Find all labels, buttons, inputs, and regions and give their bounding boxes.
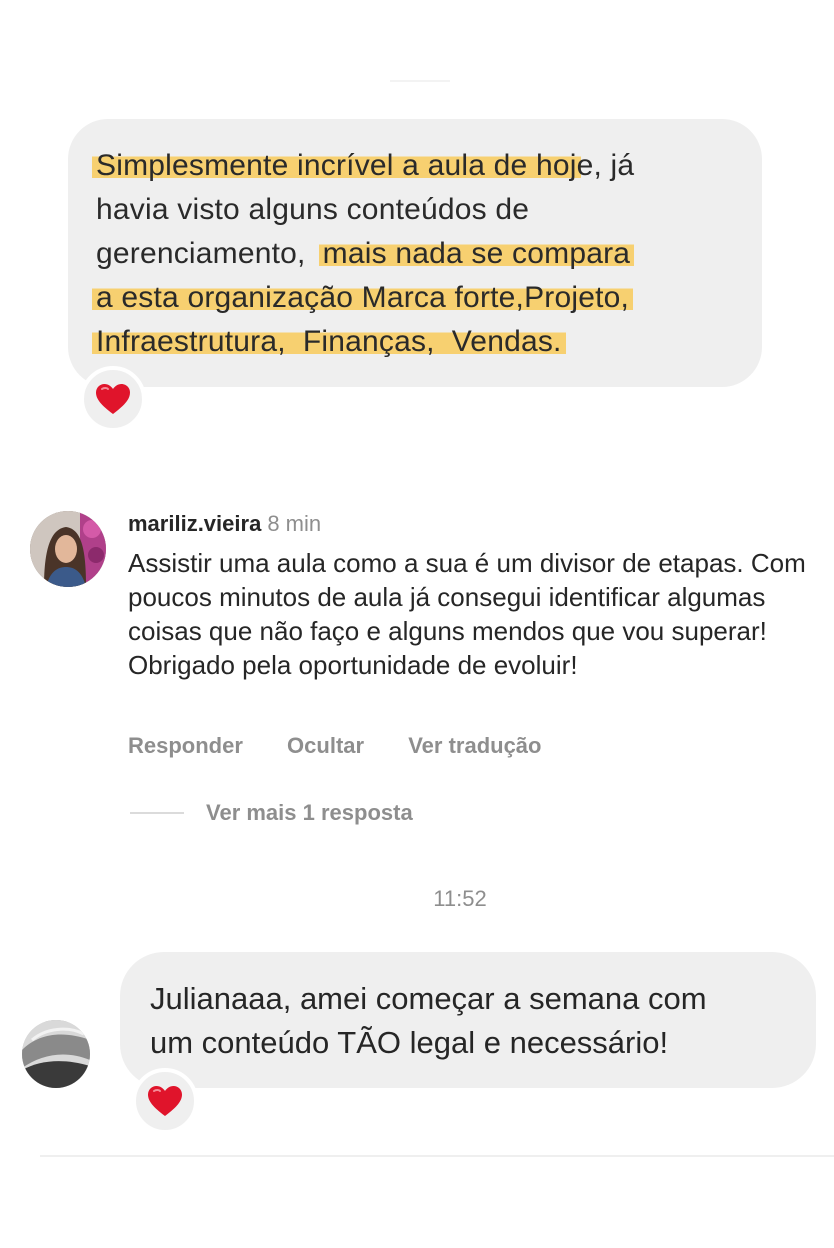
heart-icon (96, 384, 130, 414)
translate-button[interactable]: Ver tradução (408, 733, 541, 758)
message-heart-reaction[interactable] (132, 1068, 198, 1134)
replies-divider-line (130, 812, 184, 814)
quoted-line-4: a esta organização Marca forte,Projeto, (92, 276, 634, 320)
quoted-line-2: havia visto alguns conteúdos de (96, 193, 530, 226)
reply-button[interactable]: Responder (128, 733, 243, 758)
heart-reaction[interactable] (80, 366, 146, 432)
quoted-line-1: Simplesmente incrível a aula de hoje, já (92, 144, 634, 188)
view-more-replies-label: Ver mais 1 resposta (206, 800, 413, 825)
message-timestamp: 11:52 (433, 886, 487, 911)
quoted-line-5: Infraestrutura, Finanças, Vendas. (92, 320, 566, 364)
profile-photo (30, 511, 106, 587)
message-line-1: Julianaaa, amei começar a semana com (150, 981, 707, 1016)
comment-actions: Responder Ocultar Ver tradução (128, 733, 579, 759)
bottom-divider (40, 1155, 834, 1157)
quoted-line-3: gerenciamento, mais nada se compara (96, 232, 635, 276)
hide-button[interactable]: Ocultar (287, 733, 364, 758)
message-line-2: um conteúdo TÃO legal e necessário! (150, 1025, 669, 1060)
avatar[interactable] (30, 511, 106, 587)
comment-text: Assistir uma aula como a sua é um diviso… (128, 548, 806, 680)
sender-photo (22, 1020, 90, 1088)
view-more-replies-button[interactable]: Ver mais 1 resposta (130, 800, 413, 826)
sender-avatar[interactable] (22, 1020, 90, 1088)
heart-icon (148, 1086, 182, 1116)
top-divider (390, 80, 450, 82)
username[interactable]: mariliz.vieira (128, 511, 261, 536)
comment-header: mariliz.vieira 8 min (128, 510, 321, 538)
comment-time: 8 min (267, 511, 322, 536)
message-bubble[interactable] (120, 952, 816, 1088)
